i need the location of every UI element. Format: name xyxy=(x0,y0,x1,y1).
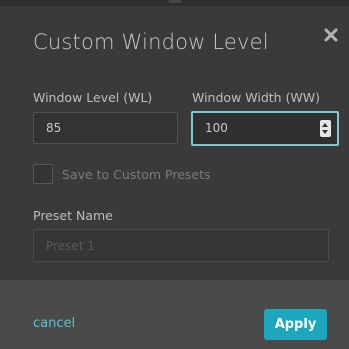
save-preset-checkbox[interactable] xyxy=(33,164,53,184)
preset-name-label: Preset Name xyxy=(33,208,113,223)
apply-button[interactable]: Apply xyxy=(264,309,327,340)
window-width-value: 100 xyxy=(205,121,228,135)
dialog-top-strip xyxy=(0,0,349,6)
save-preset-label: Save to Custom Presets xyxy=(62,167,211,182)
dialog-footer: cancel Apply xyxy=(0,280,349,349)
preset-name-input[interactable] xyxy=(33,229,329,262)
cancel-link[interactable]: cancel xyxy=(33,316,75,331)
window-level-label: Window Level (WL) xyxy=(33,90,153,105)
window-width-input[interactable]: 100 xyxy=(191,111,339,146)
window-width-label: Window Width (WW) xyxy=(192,90,321,105)
spinner-up-icon[interactable] xyxy=(322,123,328,127)
spinner-down-icon[interactable] xyxy=(322,130,328,134)
window-level-input[interactable] xyxy=(33,112,178,144)
dialog-title: Custom Window Level xyxy=(33,30,269,54)
top-tick xyxy=(168,0,182,3)
custom-window-level-dialog: Custom Window Level Window Level (WL) Wi… xyxy=(0,0,349,349)
number-spinner-icon[interactable] xyxy=(320,120,331,137)
close-icon[interactable] xyxy=(322,26,340,44)
